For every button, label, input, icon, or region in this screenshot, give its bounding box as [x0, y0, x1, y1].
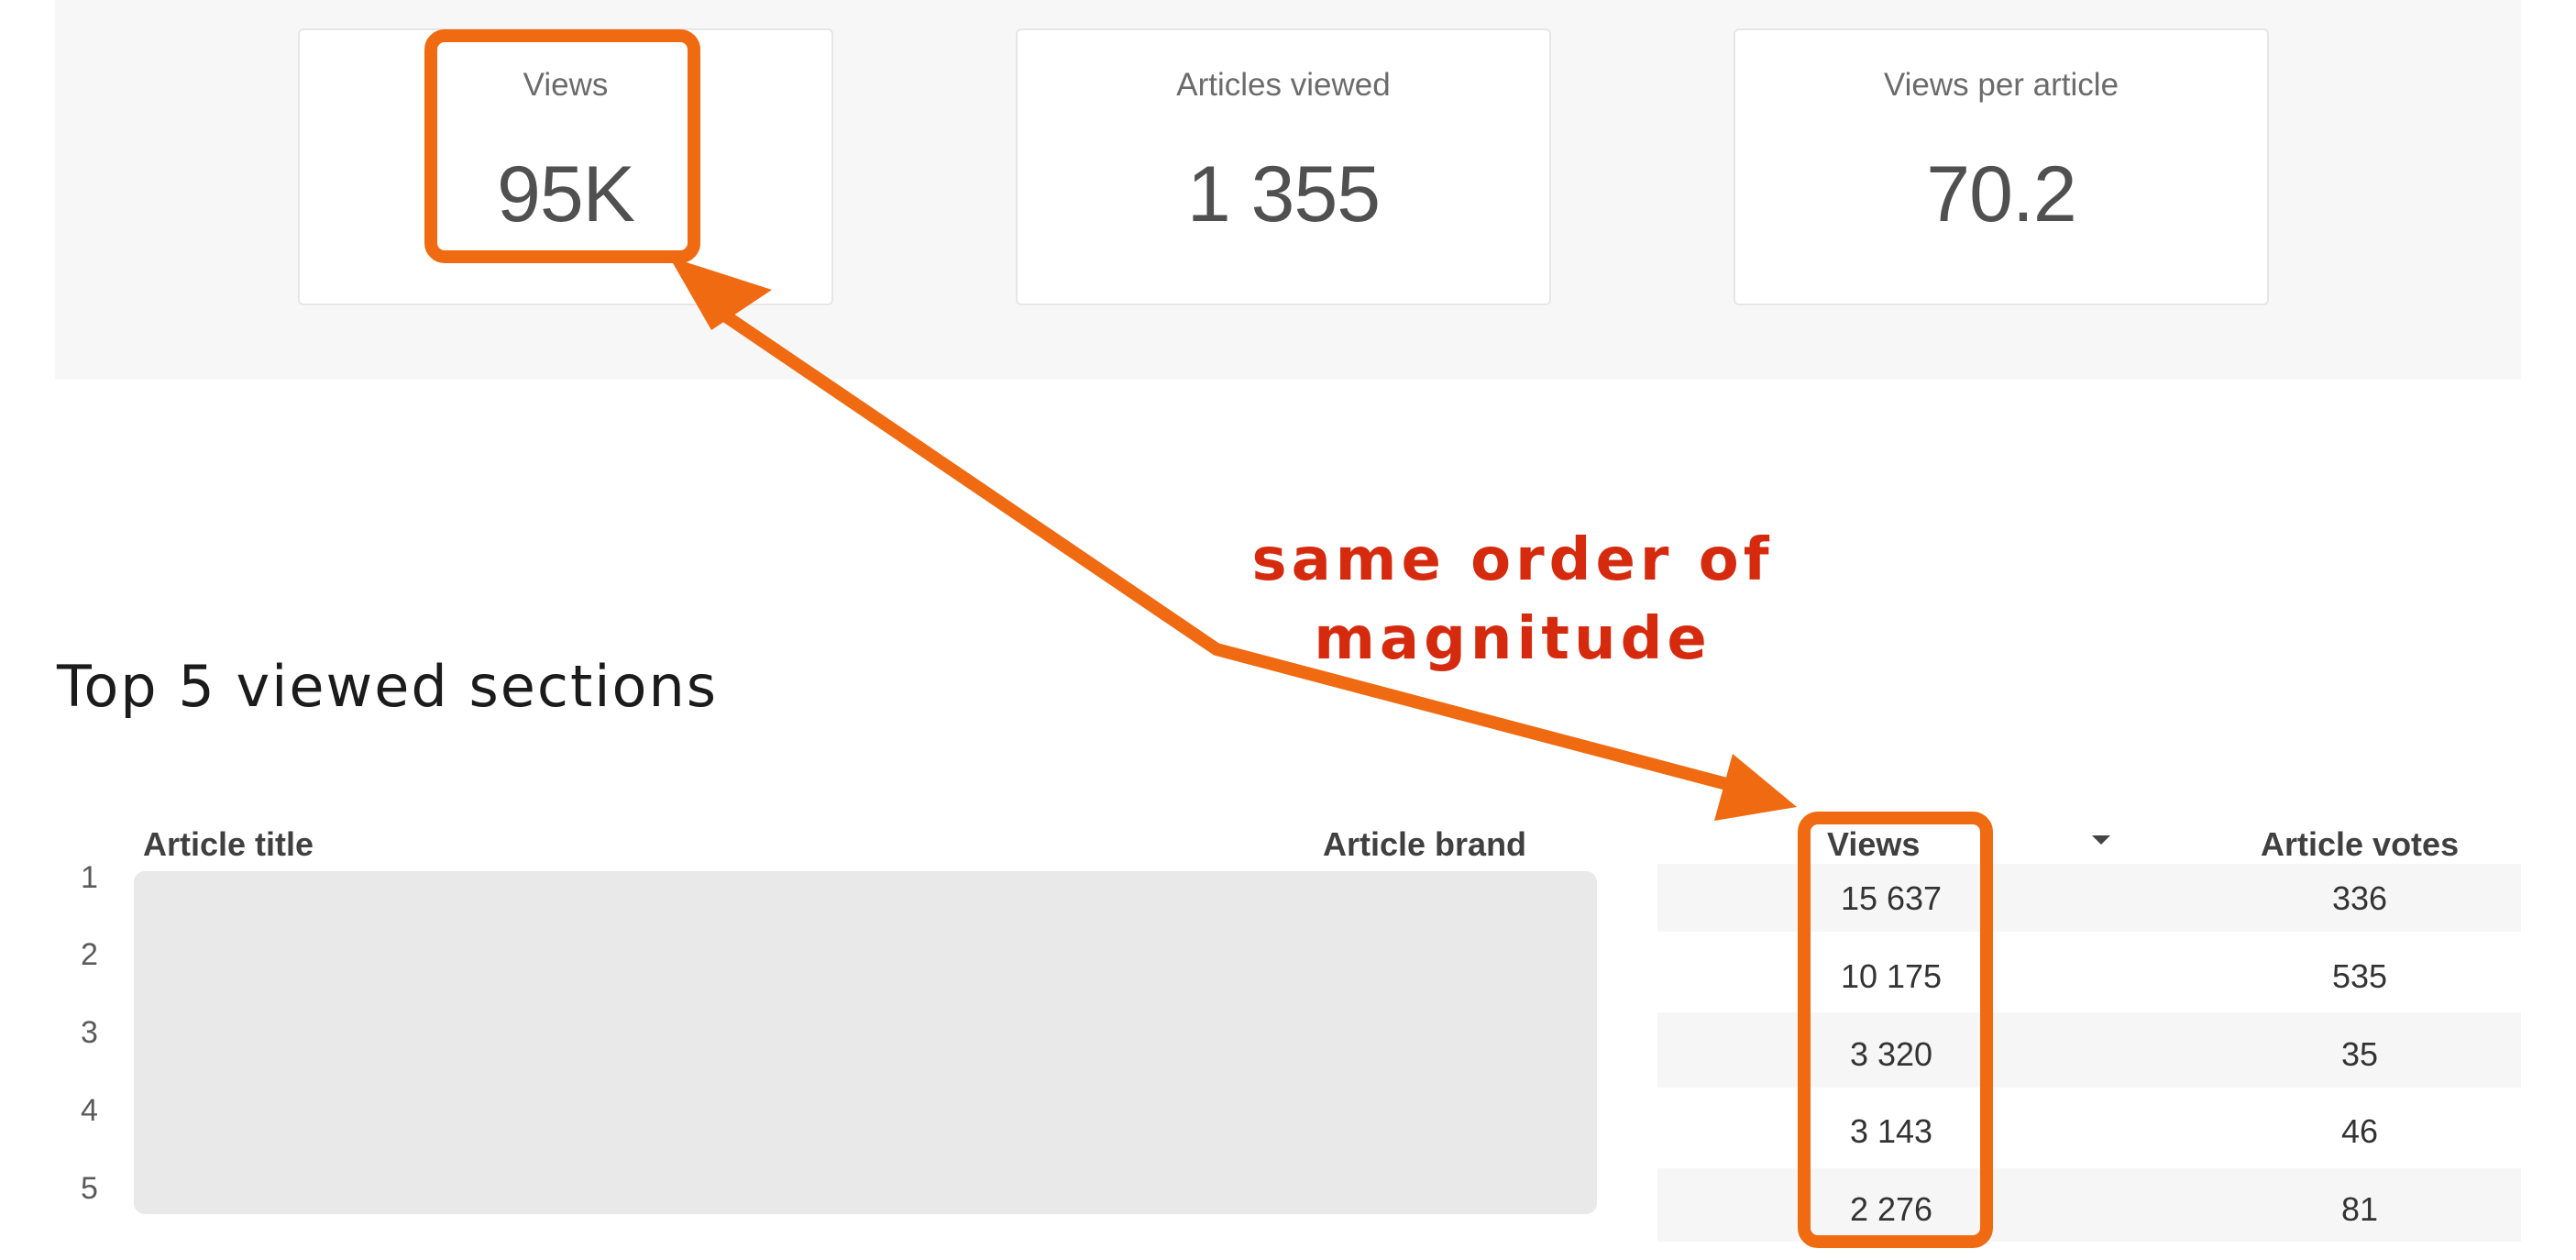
dashboard-screen: Views 95K Articles viewed 1 355 Views pe… [0, 0, 2576, 1260]
double-arrow-icon [669, 257, 1797, 821]
